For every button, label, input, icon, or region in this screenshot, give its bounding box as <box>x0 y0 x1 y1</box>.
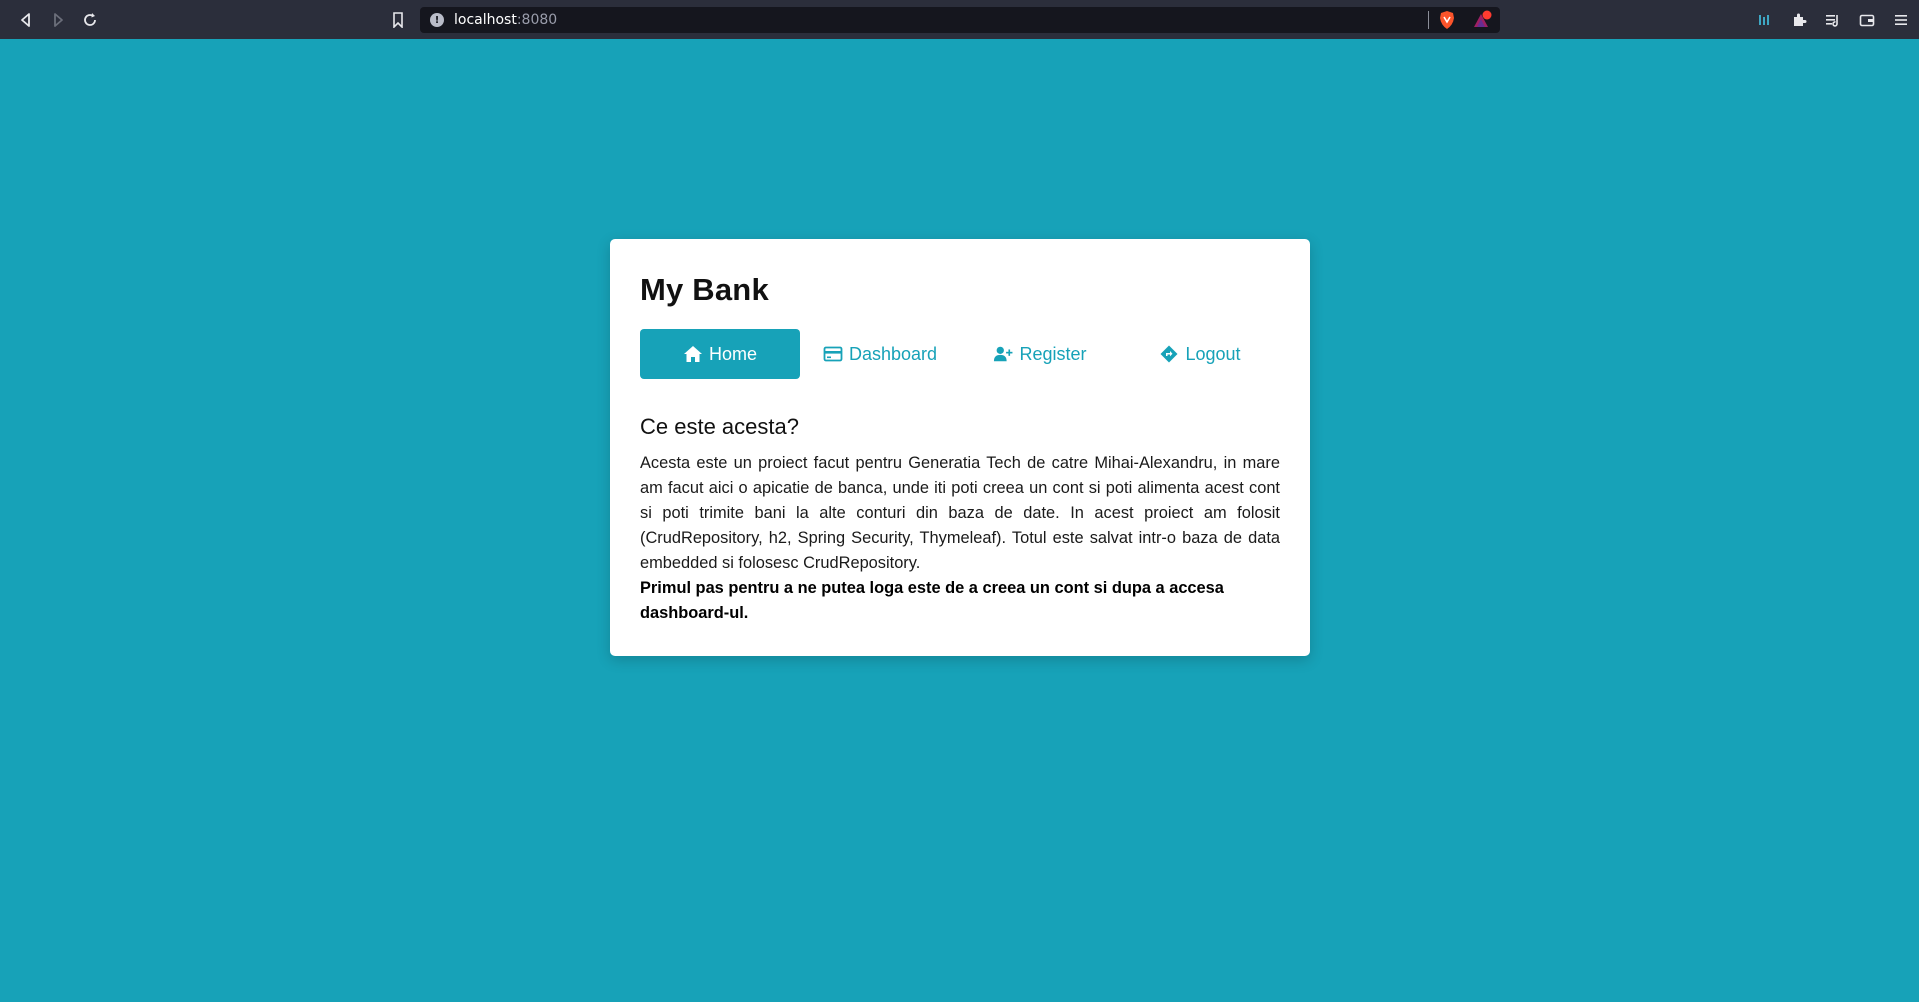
address-bar[interactable]: ! localhost:8080 <box>420 7 1500 33</box>
forward-button[interactable] <box>42 4 74 36</box>
puzzle-icon <box>1794 13 1807 26</box>
playlist-button[interactable] <box>1823 10 1843 30</box>
playlist-icon <box>1826 15 1838 27</box>
tab-dashboard[interactable]: Dashboard <box>800 329 960 379</box>
brave-shields-icon[interactable] <box>1438 10 1456 30</box>
back-button[interactable] <box>10 4 42 36</box>
forward-icon <box>54 12 63 27</box>
user-plus-icon <box>993 345 1013 363</box>
home-icon <box>683 345 703 363</box>
section-title: Ce este acesta? <box>640 414 799 439</box>
wallet-button[interactable] <box>1857 10 1877 30</box>
browser-toolbar: ! localhost:8080 <box>0 0 1919 39</box>
url-port: :8080 <box>516 12 558 28</box>
main-card: My Bank Home Dashboard Register Logout C… <box>610 239 1310 656</box>
description-text: Acesta este un proiect facut pentru Gene… <box>640 454 1280 572</box>
credit-card-icon <box>823 345 843 363</box>
extensions-button[interactable] <box>1789 10 1809 30</box>
info-icon[interactable]: ! <box>430 13 444 27</box>
tab-logout[interactable]: Logout <box>1120 329 1280 379</box>
bookmark-button[interactable] <box>384 4 412 36</box>
tab-home-label: Home <box>708 343 757 364</box>
tab-dashboard-label: Dashboard <box>848 343 938 364</box>
menu-button[interactable] <box>1891 10 1911 30</box>
tab-home[interactable]: Home <box>640 329 800 379</box>
tab-register[interactable]: Register <box>960 329 1120 379</box>
bars-icon <box>1759 15 1769 25</box>
tab-register-label: Register <box>1019 343 1087 364</box>
bookmark-icon <box>393 12 403 28</box>
reload-icon <box>84 12 96 26</box>
note-text: Primul pas pentru a ne putea loga este d… <box>640 579 1224 622</box>
back-icon <box>21 12 30 27</box>
page-title: My Bank <box>640 272 769 307</box>
urlbar-divider <box>1428 11 1429 29</box>
bars-extension-button[interactable] <box>1755 10 1775 30</box>
url-host: localhost <box>454 12 517 28</box>
hamburger-icon <box>1895 15 1907 25</box>
browser-extensions <box>1755 4 1911 36</box>
reload-button[interactable] <box>74 4 106 36</box>
wallet-icon <box>1859 14 1875 27</box>
brave-rewards-icon[interactable] <box>1472 10 1492 30</box>
directions-icon <box>1159 345 1179 363</box>
nav-tabs: Home Dashboard Register Logout <box>640 329 1280 379</box>
tab-logout-label: Logout <box>1185 343 1241 364</box>
